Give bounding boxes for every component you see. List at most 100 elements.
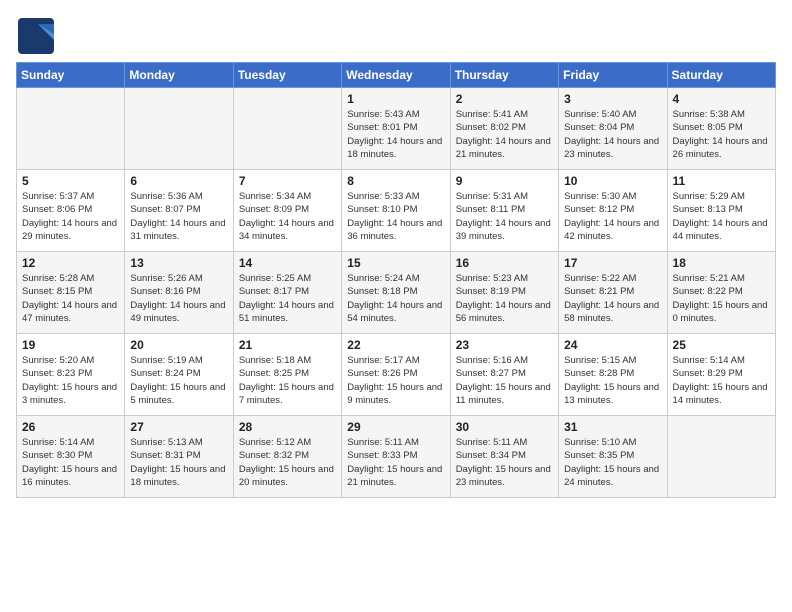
day-info: Sunrise: 5:18 AM Sunset: 8:25 PM Dayligh… xyxy=(239,354,336,407)
day-info: Sunrise: 5:14 AM Sunset: 8:30 PM Dayligh… xyxy=(22,436,119,489)
calendar-cell: 1 Sunrise: 5:43 AM Sunset: 8:01 PM Daylig… xyxy=(342,88,450,170)
calendar-cell xyxy=(667,416,775,498)
day-number: 14 xyxy=(239,256,336,270)
day-number: 28 xyxy=(239,420,336,434)
calendar-cell: 24 Sunrise: 5:15 AM Sunset: 8:28 PM Dayli… xyxy=(559,334,667,416)
day-number: 25 xyxy=(673,338,770,352)
day-info: Sunrise: 5:37 AM Sunset: 8:06 PM Dayligh… xyxy=(22,190,119,243)
calendar-cell: 31 Sunrise: 5:10 AM Sunset: 8:35 PM Dayli… xyxy=(559,416,667,498)
calendar-cell: 21 Sunrise: 5:18 AM Sunset: 8:25 PM Dayli… xyxy=(233,334,341,416)
day-number: 4 xyxy=(673,92,770,106)
day-number: 17 xyxy=(564,256,661,270)
day-info: Sunrise: 5:16 AM Sunset: 8:27 PM Dayligh… xyxy=(456,354,553,407)
calendar-cell: 18 Sunrise: 5:21 AM Sunset: 8:22 PM Dayli… xyxy=(667,252,775,334)
day-info: Sunrise: 5:34 AM Sunset: 8:09 PM Dayligh… xyxy=(239,190,336,243)
calendar-page: Sunday Monday Tuesday Wednesday Thursday… xyxy=(0,0,792,612)
day-number: 21 xyxy=(239,338,336,352)
weekday-header-row: Sunday Monday Tuesday Wednesday Thursday… xyxy=(17,63,776,88)
day-number: 22 xyxy=(347,338,444,352)
calendar-cell: 5 Sunrise: 5:37 AM Sunset: 8:06 PM Daylig… xyxy=(17,170,125,252)
logo xyxy=(16,16,54,52)
calendar-week-row: 5 Sunrise: 5:37 AM Sunset: 8:06 PM Daylig… xyxy=(17,170,776,252)
day-number: 15 xyxy=(347,256,444,270)
day-info: Sunrise: 5:29 AM Sunset: 8:13 PM Dayligh… xyxy=(673,190,770,243)
day-number: 31 xyxy=(564,420,661,434)
calendar-cell: 23 Sunrise: 5:16 AM Sunset: 8:27 PM Dayli… xyxy=(450,334,558,416)
day-info: Sunrise: 5:13 AM Sunset: 8:31 PM Dayligh… xyxy=(130,436,227,489)
header-thursday: Thursday xyxy=(450,63,558,88)
day-info: Sunrise: 5:22 AM Sunset: 8:21 PM Dayligh… xyxy=(564,272,661,325)
day-info: Sunrise: 5:36 AM Sunset: 8:07 PM Dayligh… xyxy=(130,190,227,243)
day-number: 27 xyxy=(130,420,227,434)
calendar-cell: 29Sunrise: 5:11 AM Sunset: 8:33 PM Dayli… xyxy=(342,416,450,498)
calendar-week-row: 19 Sunrise: 5:20 AM Sunset: 8:23 PM Dayli… xyxy=(17,334,776,416)
day-info: Sunrise: 5:15 AM Sunset: 8:28 PM Dayligh… xyxy=(564,354,661,407)
header-tuesday: Tuesday xyxy=(233,63,341,88)
calendar-cell: 15 Sunrise: 5:24 AM Sunset: 8:18 PM Dayli… xyxy=(342,252,450,334)
day-info: Sunrise: 5:30 AM Sunset: 8:12 PM Dayligh… xyxy=(564,190,661,243)
day-number: 19 xyxy=(22,338,119,352)
day-number: 18 xyxy=(673,256,770,270)
calendar-cell: 7 Sunrise: 5:34 AM Sunset: 8:09 PM Daylig… xyxy=(233,170,341,252)
calendar-cell: 10 Sunrise: 5:30 AM Sunset: 8:12 PM Dayli… xyxy=(559,170,667,252)
calendar-cell xyxy=(125,88,233,170)
calendar-cell: 20 Sunrise: 5:19 AM Sunset: 8:24 PM Dayli… xyxy=(125,334,233,416)
logo-icon xyxy=(16,16,52,52)
calendar-cell: 26 Sunrise: 5:14 AM Sunset: 8:30 PM Dayli… xyxy=(17,416,125,498)
day-info: Sunrise: 5:10 AM Sunset: 8:35 PM Dayligh… xyxy=(564,436,661,489)
day-number: 5 xyxy=(22,174,119,188)
header-monday: Monday xyxy=(125,63,233,88)
calendar-cell: 28 Sunrise: 5:12 AM Sunset: 8:32 PM Dayli… xyxy=(233,416,341,498)
day-info: Sunrise: 5:31 AM Sunset: 8:11 PM Dayligh… xyxy=(456,190,553,243)
day-info: Sunrise: 5:20 AM Sunset: 8:23 PM Dayligh… xyxy=(22,354,119,407)
calendar-cell: 22 Sunrise: 5:17 AM Sunset: 8:26 PM Dayli… xyxy=(342,334,450,416)
day-number: 2 xyxy=(456,92,553,106)
calendar-cell: 13 Sunrise: 5:26 AM Sunset: 8:16 PM Dayli… xyxy=(125,252,233,334)
day-number: 3 xyxy=(564,92,661,106)
calendar-week-row: 1 Sunrise: 5:43 AM Sunset: 8:01 PM Daylig… xyxy=(17,88,776,170)
day-info: Sunrise: 5:17 AM Sunset: 8:26 PM Dayligh… xyxy=(347,354,444,407)
day-info: Sunrise: 5:21 AM Sunset: 8:22 PM Dayligh… xyxy=(673,272,770,325)
calendar-cell: 16 Sunrise: 5:23 AM Sunset: 8:19 PM Dayli… xyxy=(450,252,558,334)
day-number: 20 xyxy=(130,338,227,352)
day-info: Sunrise: 5:19 AM Sunset: 8:24 PM Dayligh… xyxy=(130,354,227,407)
calendar-week-row: 26 Sunrise: 5:14 AM Sunset: 8:30 PM Dayli… xyxy=(17,416,776,498)
calendar-cell: 11Sunrise: 5:29 AM Sunset: 8:13 PM Dayli… xyxy=(667,170,775,252)
day-number: 7 xyxy=(239,174,336,188)
calendar-cell: 3Sunrise: 5:40 AM Sunset: 8:04 PM Daylig… xyxy=(559,88,667,170)
day-info: Sunrise: 5:33 AM Sunset: 8:10 PM Dayligh… xyxy=(347,190,444,243)
day-info: Sunrise: 5:11 AM Sunset: 8:34 PM Dayligh… xyxy=(456,436,553,489)
header-saturday: Saturday xyxy=(667,63,775,88)
day-number: 23 xyxy=(456,338,553,352)
calendar-cell xyxy=(17,88,125,170)
day-info: Sunrise: 5:24 AM Sunset: 8:18 PM Dayligh… xyxy=(347,272,444,325)
calendar-cell: 17 Sunrise: 5:22 AM Sunset: 8:21 PM Dayli… xyxy=(559,252,667,334)
day-number: 16 xyxy=(456,256,553,270)
calendar-cell: 12Sunrise: 5:28 AM Sunset: 8:15 PM Dayli… xyxy=(17,252,125,334)
day-number: 9 xyxy=(456,174,553,188)
calendar-week-row: 12Sunrise: 5:28 AM Sunset: 8:15 PM Dayli… xyxy=(17,252,776,334)
calendar-cell: 2 Sunrise: 5:41 AM Sunset: 8:02 PM Daylig… xyxy=(450,88,558,170)
page-header xyxy=(16,16,776,52)
header-sunday: Sunday xyxy=(17,63,125,88)
header-friday: Friday xyxy=(559,63,667,88)
day-number: 13 xyxy=(130,256,227,270)
day-info: Sunrise: 5:41 AM Sunset: 8:02 PM Dayligh… xyxy=(456,108,553,161)
calendar-cell: 4Sunrise: 5:38 AM Sunset: 8:05 PM Daylig… xyxy=(667,88,775,170)
day-number: 10 xyxy=(564,174,661,188)
calendar-cell: 27 Sunrise: 5:13 AM Sunset: 8:31 PM Dayli… xyxy=(125,416,233,498)
day-info: Sunrise: 5:28 AM Sunset: 8:15 PM Dayligh… xyxy=(22,272,119,325)
day-info: Sunrise: 5:23 AM Sunset: 8:19 PM Dayligh… xyxy=(456,272,553,325)
calendar-table: Sunday Monday Tuesday Wednesday Thursday… xyxy=(16,62,776,498)
day-number: 29 xyxy=(347,420,444,434)
day-info: Sunrise: 5:12 AM Sunset: 8:32 PM Dayligh… xyxy=(239,436,336,489)
calendar-cell: 25Sunrise: 5:14 AM Sunset: 8:29 PM Dayli… xyxy=(667,334,775,416)
calendar-cell: 9 Sunrise: 5:31 AM Sunset: 8:11 PM Daylig… xyxy=(450,170,558,252)
day-info: Sunrise: 5:26 AM Sunset: 8:16 PM Dayligh… xyxy=(130,272,227,325)
calendar-cell: 8Sunrise: 5:33 AM Sunset: 8:10 PM Daylig… xyxy=(342,170,450,252)
day-number: 24 xyxy=(564,338,661,352)
day-info: Sunrise: 5:43 AM Sunset: 8:01 PM Dayligh… xyxy=(347,108,444,161)
day-number: 1 xyxy=(347,92,444,106)
header-wednesday: Wednesday xyxy=(342,63,450,88)
day-number: 26 xyxy=(22,420,119,434)
